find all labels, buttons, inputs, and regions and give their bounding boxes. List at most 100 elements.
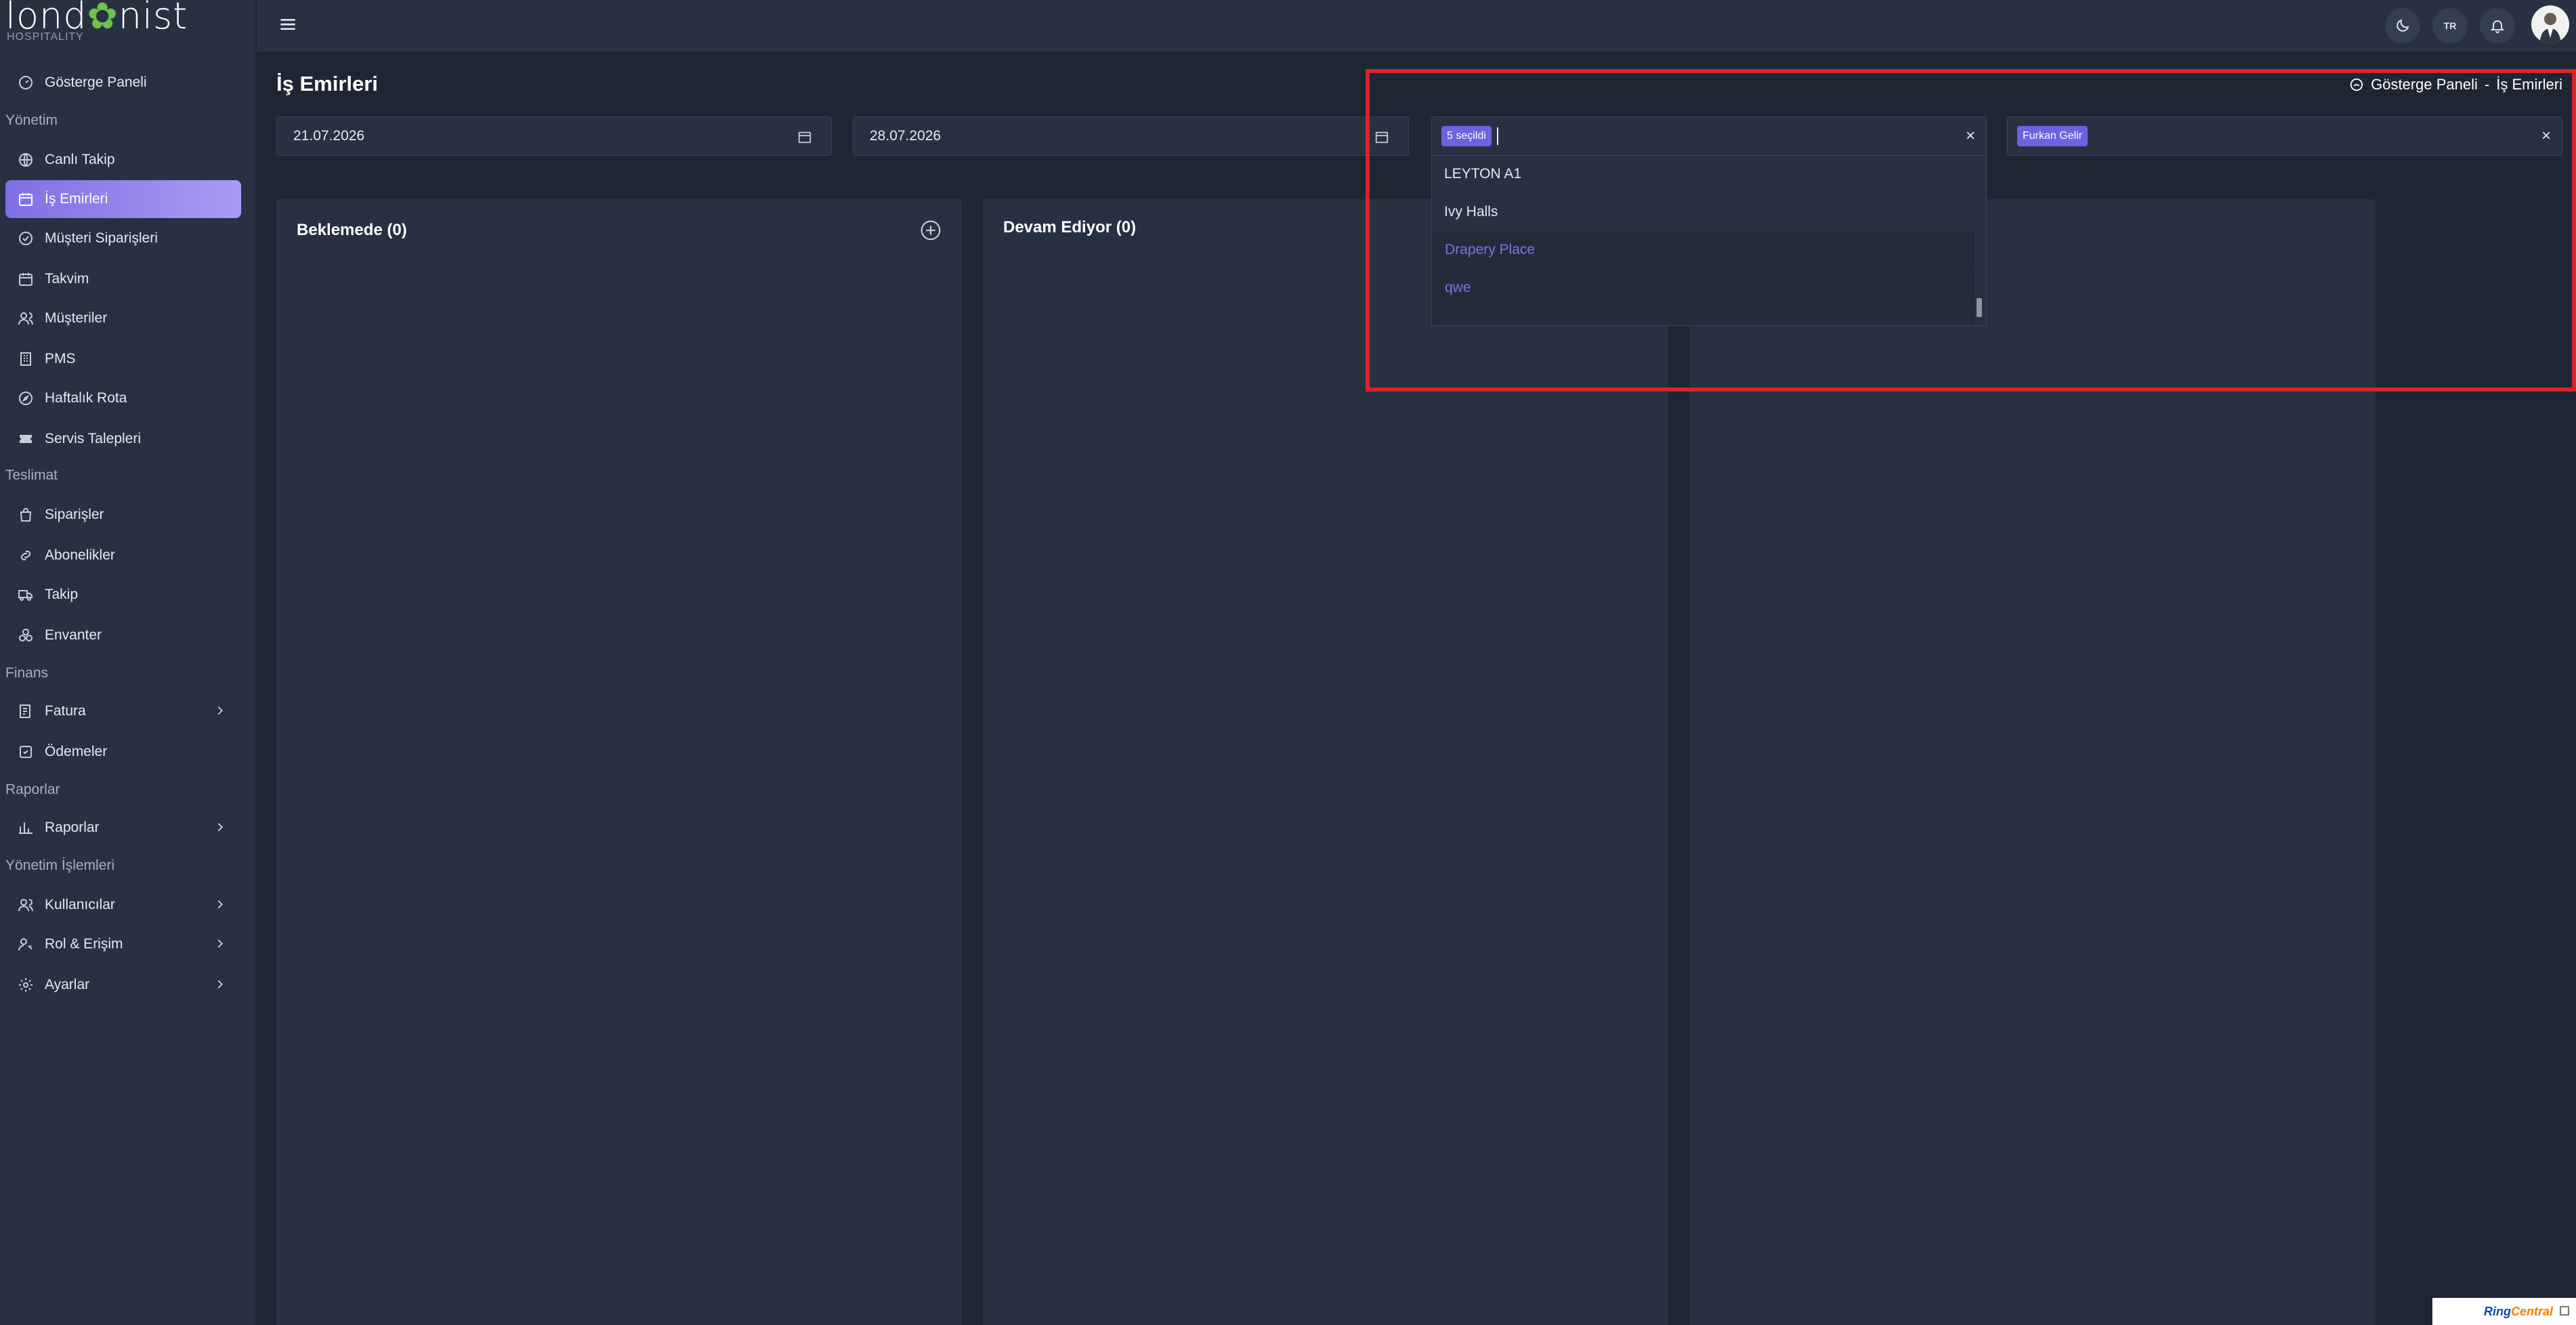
calendar-icon[interactable] <box>1374 129 1389 144</box>
receipt-icon <box>16 742 35 761</box>
sidebar-item-label: Servis Talepleri <box>45 431 142 446</box>
sidebar-item-roles-access[interactable]: Rol & Erişim <box>5 925 241 963</box>
check-circle-icon <box>16 229 35 248</box>
add-circle-icon[interactable] <box>920 219 942 241</box>
property-multiselect[interactable]: 5 seçildi × <box>1431 117 1987 156</box>
chevron-right-icon <box>217 939 224 948</box>
column-title: Beklemede (0) <box>297 221 407 239</box>
sidebar-item-work-orders[interactable]: İş Emirleri <box>5 180 241 218</box>
sidebar-item-tracking[interactable]: Takip <box>5 576 241 614</box>
staff-chip[interactable]: Furkan Gelir <box>2017 126 2088 146</box>
chevron-right-icon <box>217 900 224 909</box>
boxes-icon <box>16 626 35 645</box>
sidebar-item-invoice[interactable]: Fatura <box>5 692 241 730</box>
calendar-icon <box>16 270 35 289</box>
dashboard-icon <box>16 73 35 92</box>
minimize-icon[interactable] <box>2560 1306 2569 1316</box>
sidebar-item-settings[interactable]: Ayarlar <box>5 966 241 1004</box>
sidebar-item-label: Ayarlar <box>45 977 90 992</box>
property-dropdown: LEYTON A1 Ivy Halls Drapery Place qwe <box>1431 155 1987 326</box>
sidebar-item-label: Raporlar <box>45 820 100 835</box>
section-teslimat: Teslimat <box>5 467 58 483</box>
globe-icon <box>16 150 35 169</box>
column-in-progress: Devam Ediyor (0) <box>983 199 1668 1325</box>
staff-multiselect[interactable]: Furkan Gelir × <box>2007 117 2562 156</box>
sidebar-item-users[interactable]: Kullanıcılar <box>5 886 241 924</box>
sidebar-item-label: Canlı Takip <box>45 152 115 167</box>
widget-brand-b: Central <box>2510 1304 2553 1318</box>
clear-button[interactable]: × <box>1966 127 1975 146</box>
page-title: İş Emirleri <box>276 72 378 96</box>
sidebar-item-label: Haftalık Rota <box>45 390 127 406</box>
sidebar-item-calendar[interactable]: Takvim <box>5 260 241 298</box>
section-yonetim: Yönetim <box>5 112 58 128</box>
sidebar: lond✿nist HOSPITALITY Gösterge Paneli Yö… <box>0 0 256 1325</box>
ringcentral-widget[interactable]: Ring Central <box>2432 1298 2576 1325</box>
chevron-right-icon <box>217 706 224 715</box>
sidebar-item-weekly-route[interactable]: Haftalık Rota <box>5 379 241 417</box>
dropdown-option[interactable]: Ivy Halls <box>1432 194 1974 230</box>
dashboard-icon <box>2350 78 2363 91</box>
sidebar-item-label: Kullanıcılar <box>45 897 115 912</box>
sidebar-item-label: Siparişler <box>45 507 104 522</box>
bar-chart-icon <box>16 818 35 837</box>
language-button[interactable]: TR <box>2432 8 2468 43</box>
sidebar-item-subscriptions[interactable]: Abonelikler <box>5 537 241 574</box>
text-cursor <box>1496 127 1498 145</box>
compass-icon <box>16 389 35 408</box>
dropdown-option-selected[interactable]: qwe <box>1432 270 1974 306</box>
shopping-bag-icon <box>16 505 35 524</box>
calendar-icon[interactable] <box>797 129 812 144</box>
moon-icon <box>2396 19 2409 32</box>
sidebar-item-label: Takvim <box>45 271 89 287</box>
start-date-value: 21.07.2026 <box>293 128 365 144</box>
sidebar-item-label: Müşteriler <box>45 310 108 326</box>
dropdown-option[interactable]: LEYTON A1 <box>1432 156 1974 192</box>
breadcrumb: Gösterge Paneli - İş Emirleri <box>2349 76 2562 93</box>
end-date-value: 28.07.2026 <box>870 128 942 144</box>
truck-icon <box>16 585 35 604</box>
londonist-logo[interactable]: lond✿nist HOSPITALITY <box>5 0 188 43</box>
sidebar-item-label: Takip <box>45 587 79 602</box>
column-pending: Beklemede (0) <box>276 199 962 1325</box>
end-date-input[interactable]: 28.07.2026 <box>853 117 1409 156</box>
dropdown-option-selected[interactable]: Drapery Place <box>1432 232 1974 268</box>
dropdown-scrollbar[interactable] <box>1977 298 1982 317</box>
widget-brand-a: Ring <box>2483 1304 2511 1318</box>
sidebar-item-label: Gösterge Paneli <box>45 75 147 90</box>
menu-icon[interactable] <box>277 14 299 35</box>
section-finans: Finans <box>5 665 49 681</box>
sidebar-item-live-tracking[interactable]: Canlı Takip <box>5 141 241 179</box>
column-title: Devam Ediyor (0) <box>1003 218 1137 236</box>
notifications-button[interactable] <box>2480 8 2515 43</box>
sidebar-item-customers[interactable]: Müşteriler <box>5 299 241 337</box>
sidebar-item-label: Fatura <box>45 703 86 719</box>
sidebar-item-label: İş Emirleri <box>45 191 108 207</box>
sidebar-item-inventory[interactable]: Envanter <box>5 616 241 654</box>
theme-toggle-button[interactable] <box>2385 8 2420 43</box>
building-icon <box>16 350 35 369</box>
avatar[interactable] <box>2531 5 2569 43</box>
sidebar-item-payments[interactable]: Ödemeler <box>5 733 241 771</box>
sidebar-item-reports[interactable]: Raporlar <box>5 809 241 847</box>
sidebar-item-orders[interactable]: Siparişler <box>5 496 241 534</box>
sidebar-item-dashboard[interactable]: Gösterge Paneli <box>5 64 241 102</box>
ticket-icon <box>16 429 35 448</box>
column-third <box>1689 199 2376 1325</box>
chevron-right-icon <box>217 980 224 989</box>
start-date-input[interactable]: 21.07.2026 <box>276 117 832 156</box>
bell-icon <box>2490 20 2505 33</box>
invoice-icon <box>16 702 35 721</box>
clear-button[interactable]: × <box>2541 127 2551 146</box>
link-icon <box>16 546 35 565</box>
sidebar-item-pms[interactable]: PMS <box>5 340 241 378</box>
topbar: TR <box>257 0 2576 51</box>
dropdown-option-partial[interactable] <box>1432 308 1974 325</box>
sidebar-item-service-requests[interactable]: Servis Talepleri <box>5 420 241 458</box>
sidebar-item-label: Ödemeler <box>45 744 108 759</box>
section-raporlar: Raporlar <box>5 782 60 797</box>
sidebar-item-label: Abonelikler <box>45 547 115 563</box>
users-icon <box>16 309 35 328</box>
breadcrumb-home[interactable]: Gösterge Paneli <box>2371 76 2478 93</box>
sidebar-item-customer-orders[interactable]: Müşteri Siparişleri <box>5 219 241 257</box>
